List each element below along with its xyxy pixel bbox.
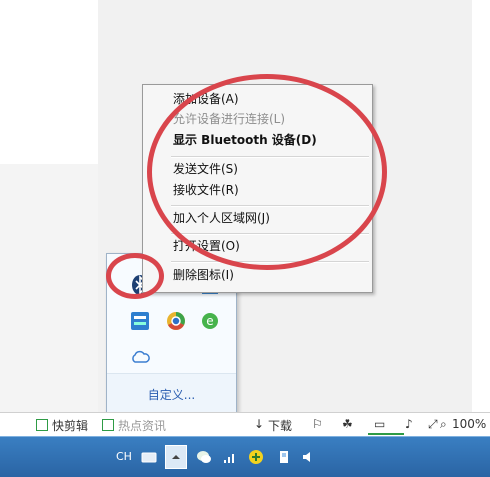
tray-popup-footer: 自定义... — [107, 373, 236, 414]
progress-underline — [368, 433, 404, 435]
network-signal-icon[interactable] — [222, 449, 238, 465]
download-arrow-icon: ↓ — [254, 417, 265, 431]
menu-separator — [171, 156, 369, 158]
menu-separator — [171, 205, 369, 207]
news-icon — [102, 419, 114, 431]
ie-icon[interactable]: e — [199, 310, 221, 332]
quick-clip-label[interactable]: 快剪辑 — [52, 417, 88, 434]
speaker-icon[interactable]: ♪ — [405, 417, 413, 431]
menu-separator — [171, 233, 369, 235]
cloud-icon[interactable] — [129, 346, 151, 368]
zoom-icon: ⌕ — [440, 417, 447, 431]
wechat-icon[interactable] — [196, 449, 212, 465]
menu-item-send-file[interactable]: 发送文件(S) — [173, 159, 238, 179]
quick-clip-icon — [36, 419, 48, 431]
taskbar: CH — [0, 436, 490, 477]
device-manager-icon[interactable] — [276, 449, 292, 465]
app-shield-icon[interactable] — [129, 310, 151, 332]
menu-item-join-pan[interactable]: 加入个人区域网(J) — [173, 208, 270, 228]
security-app-icon[interactable] — [248, 449, 264, 465]
volume-icon[interactable] — [300, 449, 316, 465]
language-indicator[interactable]: CH — [116, 450, 132, 463]
zoom-level[interactable]: 100% — [452, 417, 486, 431]
svg-text:e: e — [206, 314, 213, 328]
menu-item-receive-file[interactable]: 接收文件(R) — [173, 180, 239, 200]
document-page — [0, 0, 98, 164]
flag-icon[interactable]: ⚐ — [312, 417, 323, 431]
menu-item-add-device[interactable]: 添加设备(A) — [173, 89, 239, 109]
keyboard-icon[interactable] — [141, 449, 157, 465]
bluetooth-context-menu: 添加设备(A) 允许设备进行连接(L) 显示 Bluetooth 设备(D) 发… — [142, 84, 373, 293]
menu-separator — [171, 261, 369, 263]
customize-link[interactable]: 自定义... — [107, 386, 236, 403]
status-bar: 快剪辑 热点资讯 ↓ 下载 ⚐ ☘ ▭ ♪ ⤢ ⌕ 100% — [0, 412, 490, 437]
news-label[interactable]: 热点资讯 — [118, 417, 166, 434]
menu-item-remove-icon[interactable]: 删除图标(I) — [173, 265, 234, 285]
menu-item-show-bluetooth-devices[interactable]: 显示 Bluetooth 设备(D) — [173, 130, 317, 150]
fullscreen-icon[interactable]: ⤢ — [428, 417, 438, 432]
download-label[interactable]: 下载 — [268, 417, 292, 434]
leaf-icon[interactable]: ☘ — [342, 417, 353, 431]
menu-item-allow-connection: 允许设备进行连接(L) — [173, 112, 286, 126]
show-hidden-icons-button[interactable] — [165, 445, 187, 469]
window-icon[interactable]: ▭ — [374, 417, 385, 431]
chrome-icon[interactable] — [165, 310, 187, 332]
menu-item-open-settings[interactable]: 打开设置(O) — [173, 236, 240, 256]
document-margin — [472, 0, 490, 412]
